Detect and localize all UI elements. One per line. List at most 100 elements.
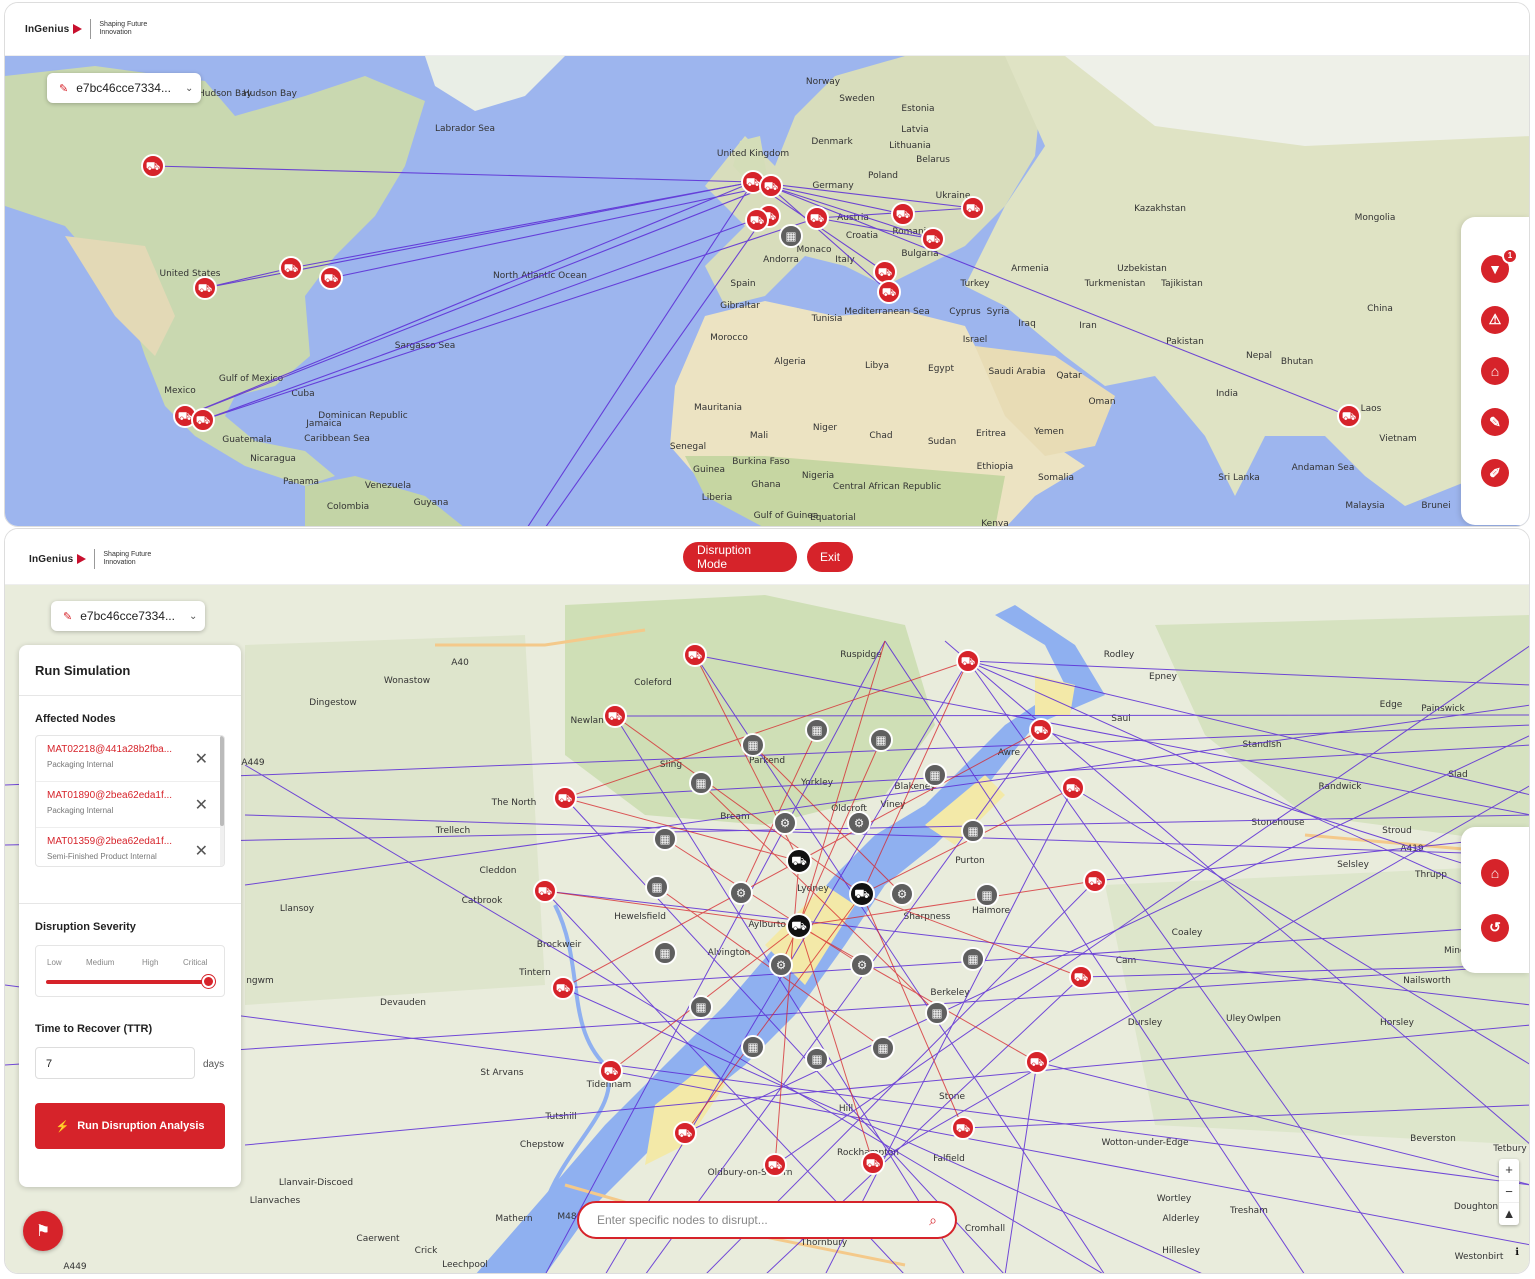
alert-button[interactable]: ⚠ (1481, 305, 1509, 334)
warehouse-node[interactable]: ▦ (741, 1035, 765, 1059)
factory-node[interactable]: ⛟ (553, 786, 577, 810)
warehouse-node[interactable]: ▦ (871, 1036, 895, 1060)
warehouse-node[interactable]: ▦ (645, 875, 669, 899)
warehouse-node[interactable]: ▦ (805, 1047, 829, 1071)
factory-node[interactable]: ⛟ (191, 408, 215, 432)
scenario-selector[interactable]: ✎ e7bc46cce7334... ⌄ (47, 73, 201, 103)
factory-node[interactable]: ⛟ (1029, 718, 1053, 742)
warehouse-node[interactable]: ▦ (975, 883, 999, 907)
warehouse-node[interactable]: ▦ (869, 728, 893, 752)
factory-node[interactable]: ⛟ (951, 1116, 975, 1140)
factory-node[interactable]: ⛟ (551, 976, 575, 1000)
remove-icon[interactable]: ✕ (195, 795, 208, 815)
factory-node[interactable]: ⛟ (319, 266, 343, 290)
scenario-selector[interactable]: ✎ e7bc46cce7334... ⌄ (51, 601, 205, 631)
world-map[interactable]: Hudson Bay Hudson Bay Labrador Sea Norway Sw… (5, 56, 1530, 527)
factory-node[interactable]: ⛟ (673, 1121, 697, 1145)
factory-node[interactable]: ⛟ (759, 174, 783, 198)
warehouse-node[interactable]: ▦ (923, 763, 947, 787)
run-disruption-analysis-button[interactable]: ⚡ Run Disruption Analysis (35, 1103, 225, 1149)
list-scrollbar[interactable] (220, 736, 224, 866)
reset-north-button[interactable]: ▲ (1499, 1203, 1519, 1225)
warehouse-node[interactable]: ▦ (925, 1001, 949, 1025)
process-node[interactable]: ⚙ (890, 882, 914, 906)
disrupted-node[interactable]: ⛟ (849, 881, 875, 907)
factory-node[interactable]: ⛟ (533, 879, 557, 903)
warehouse-node[interactable]: ▦ (741, 733, 765, 757)
place-label: Tunisia (811, 314, 843, 324)
affected-nodes-list[interactable]: MAT02218@441a28b2fba... Packaging Intern… (35, 735, 225, 867)
factory-node[interactable]: ⛟ (877, 280, 901, 304)
factory-node[interactable]: ⛟ (961, 196, 985, 220)
factory-node[interactable]: ⛟ (891, 202, 915, 226)
factory-node[interactable]: ⛟ (763, 1153, 787, 1177)
factory-node[interactable]: ⛟ (141, 154, 165, 178)
process-node[interactable]: ⚙ (769, 953, 793, 977)
place-label: Chepstow (520, 1140, 564, 1150)
severity-slider[interactable]: Low Medium High Critical (35, 945, 225, 997)
list-item[interactable]: MAT01890@2bea62eda1f... Packaging Intern… (36, 782, 224, 828)
process-node-icon: ⚙ (854, 816, 864, 830)
node-search-bar[interactable]: Enter specific nodes to disrupt... ⌕ (577, 1201, 957, 1239)
place-label: Morocco (710, 333, 748, 343)
warehouse-node[interactable]: ▦ (961, 819, 985, 843)
factory-node[interactable]: ⛟ (603, 704, 627, 728)
zoom-out-button[interactable]: − (1499, 1181, 1519, 1203)
warehouse-node[interactable]: ▦ (805, 718, 829, 742)
factory-node[interactable]: ⛟ (921, 227, 945, 251)
warehouse-node[interactable]: ▦ (961, 947, 985, 971)
home-button[interactable]: ⌂ (1481, 858, 1509, 887)
factory-node[interactable]: ⛟ (193, 276, 217, 300)
factory-node[interactable]: ⛟ (1061, 776, 1085, 800)
factory-node[interactable]: ⛟ (805, 206, 829, 230)
remove-icon[interactable]: ✕ (195, 749, 208, 769)
reset-button[interactable]: ↺ (1481, 913, 1509, 942)
ingenius-logo[interactable]: InGenius Shaping Future Innovation (29, 549, 163, 569)
home-button[interactable]: ⌂ (1481, 356, 1509, 385)
list-item[interactable]: MAT01359@2bea62eda1f... Semi-Finished Pr… (36, 828, 224, 866)
edit-button[interactable]: ✐ (1481, 459, 1509, 488)
process-node[interactable]: ⚙ (850, 953, 874, 977)
factory-node-icon: ⛟ (746, 175, 761, 189)
process-node[interactable]: ⚙ (773, 811, 797, 835)
factory-node[interactable]: ⛟ (1337, 404, 1361, 428)
warehouse-node[interactable]: ▦ (779, 224, 803, 248)
warehouse-node[interactable]: ▦ (653, 941, 677, 965)
process-node[interactable]: ⚙ (729, 881, 753, 905)
warehouse-node[interactable]: ▦ (653, 827, 677, 851)
factory-node[interactable]: ⛟ (745, 208, 769, 232)
world-map-canvas[interactable]: Hudson BayHudson BayLabrador SeaNorwaySw… (5, 56, 1530, 527)
factory-node[interactable]: ⛟ (1069, 965, 1093, 989)
search-icon[interactable]: ⌕ (929, 1212, 937, 1229)
disrupted-node[interactable]: ⛟ (786, 848, 812, 874)
warehouse-node[interactable]: ▦ (689, 995, 713, 1019)
slider-track[interactable] (46, 980, 214, 984)
warehouse-node[interactable]: ▦ (689, 771, 713, 795)
scrollbar-thumb[interactable] (220, 736, 224, 826)
tools-button[interactable]: ✎ (1481, 408, 1509, 437)
factory-node[interactable]: ⛟ (683, 643, 707, 667)
factory-node[interactable]: ⛟ (873, 260, 897, 284)
factory-node[interactable]: ⛟ (956, 649, 980, 673)
place-label: Armenia (1011, 264, 1049, 274)
exit-button[interactable]: Exit (807, 542, 853, 572)
list-item[interactable]: MAT02218@441a28b2fba... Packaging Intern… (36, 736, 224, 782)
factory-node[interactable]: ⛟ (861, 1151, 885, 1175)
process-node[interactable]: ⚙ (847, 811, 871, 835)
ingenius-logo[interactable]: InGenius Shaping Future Innovation (25, 19, 159, 39)
remove-icon[interactable]: ✕ (195, 841, 208, 861)
zoom-in-button[interactable]: + (1499, 1159, 1519, 1181)
place-label: Oman (1088, 397, 1115, 407)
factory-node[interactable]: ⛟ (279, 256, 303, 280)
ttr-input[interactable]: 7 (35, 1047, 195, 1079)
info-icon[interactable]: ℹ (1515, 1247, 1519, 1258)
factory-node[interactable]: ⛟ (599, 1059, 623, 1083)
factory-node[interactable]: ⛟ (1083, 869, 1107, 893)
flag-button[interactable]: ⚑ (23, 1211, 63, 1251)
slider-handle[interactable] (202, 975, 215, 988)
factory-node[interactable]: ⛟ (1025, 1050, 1049, 1074)
search-input[interactable]: Enter specific nodes to disrupt... (597, 1213, 768, 1227)
disrupted-node[interactable]: ⛟ (786, 913, 812, 939)
filter-button[interactable]: ▼ 1 (1481, 247, 1518, 283)
disruption-mode-button[interactable]: Disruption Mode (683, 542, 797, 572)
